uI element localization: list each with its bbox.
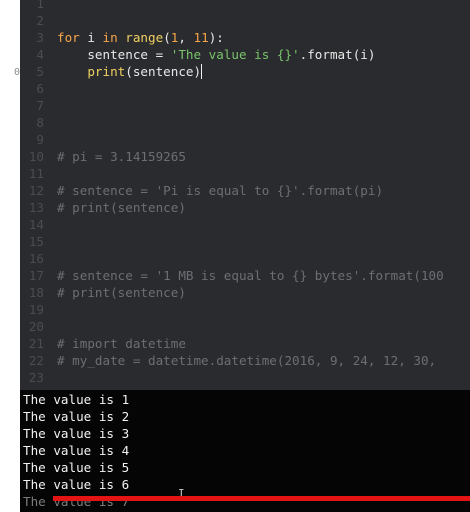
code-line[interactable]: 4 sentence = 'The value is {}'.format(i) — [20, 46, 470, 63]
code-text[interactable]: # print(sentence) — [57, 199, 186, 216]
output-line: The value is 1 — [23, 392, 130, 407]
code-text[interactable]: # pi = 3.14159265 — [57, 148, 186, 165]
line-number: 16 — [28, 251, 44, 266]
code-token: # print(sentence) — [57, 285, 186, 300]
code-editor[interactable]: 1 2 3 for i in range(1, 11): 4 sentence = 'T… — [20, 0, 470, 390]
code-text[interactable]: for i in range(1, 11): — [57, 29, 224, 46]
code-line[interactable]: 11 — [20, 165, 470, 182]
code-line[interactable]: 2 — [20, 12, 470, 29]
line-number: 14 — [28, 217, 44, 232]
line-number: 18 — [28, 285, 44, 300]
line-number: 8 — [36, 115, 44, 130]
code-line[interactable]: 8 — [20, 114, 470, 131]
code-line[interactable]: 18 # print(sentence) — [20, 284, 470, 301]
line-number: 15 — [28, 234, 44, 249]
red-highlight-bar — [53, 496, 470, 501]
line-number: 2 — [36, 13, 44, 28]
code-line[interactable]: 7 — [20, 97, 470, 114]
code-token: # print(sentence) — [57, 200, 186, 215]
gutter-marker-icon[interactable]: 0 — [14, 64, 20, 81]
output-console[interactable]: I The value is 1 The value is 2 The value … — [20, 390, 470, 512]
line-number: 3 — [36, 30, 44, 45]
code-line[interactable]: 5 print(sentence) — [20, 63, 470, 80]
line-number: 21 — [28, 336, 44, 351]
code-token: print — [87, 64, 126, 79]
line-number: 23 — [28, 370, 44, 385]
code-line[interactable]: 13 # print(sentence) — [20, 199, 470, 216]
code-line[interactable]: 16 — [20, 250, 470, 267]
code-token: in — [102, 30, 126, 45]
code-token: # import datetime — [57, 336, 186, 351]
output-line: The value is 3 — [23, 426, 130, 441]
line-number: 7 — [36, 98, 44, 113]
code-line[interactable]: 3 for i in range(1, 11): — [20, 29, 470, 46]
code-line[interactable]: 10 # pi = 3.14159265 — [20, 148, 470, 165]
code-token: , — [178, 30, 194, 45]
code-token: range — [125, 30, 164, 45]
line-number: 11 — [28, 166, 44, 181]
line-number: 17 — [28, 268, 44, 283]
code-line[interactable]: 23 — [20, 369, 470, 386]
caret — [201, 64, 203, 79]
output-line: The value is 4 — [23, 443, 130, 458]
line-number: 20 — [28, 319, 44, 334]
code-token: # my_date = datetime.datetime(2016, 9, 2… — [57, 353, 437, 368]
code-token: # pi = 3.14159265 — [57, 149, 186, 164]
code-token: i — [87, 30, 103, 45]
code-token: (sentence) — [125, 64, 202, 79]
code-line[interactable]: 19 — [20, 301, 470, 318]
line-number: 9 — [36, 132, 44, 147]
output-line: The value is 6 — [23, 477, 130, 492]
screen: 1 2 3 for i in range(1, 11): 4 sentence = 'T… — [0, 0, 470, 512]
code-line[interactable]: 12 # sentence = 'Pi is equal to {}'.forma… — [20, 182, 470, 199]
code-line[interactable]: 20 — [20, 318, 470, 335]
code-token: sentence = — [57, 47, 171, 62]
line-number: 12 — [28, 183, 44, 198]
code-token: ): — [208, 30, 224, 45]
code-token: 'The value is {}' — [170, 47, 300, 62]
code-token: # sentence = 'Pi is equal to {}'.format(… — [57, 183, 384, 198]
code-line[interactable]: 15 — [20, 233, 470, 250]
code-token: 11 — [193, 30, 209, 45]
line-number: 19 — [28, 302, 44, 317]
line-number: 22 — [28, 353, 44, 368]
code-line[interactable]: 22 # my_date = datetime.datetime(2016, 9,… — [20, 352, 470, 369]
code-text[interactable]: # import datetime — [57, 335, 186, 352]
code-line[interactable]: 1 — [20, 0, 470, 12]
code-text[interactable]: # sentence = 'Pi is equal to {}'.format(… — [57, 182, 383, 199]
line-number: 6 — [36, 81, 44, 96]
code-text[interactable]: # sentence = '1 MB is equal to {} bytes'… — [57, 267, 444, 284]
line-number: 10 — [28, 149, 44, 164]
code-token: # sentence = '1 MB is equal to {} bytes'… — [57, 268, 444, 283]
line-number: 1 — [36, 0, 44, 11]
code-text[interactable]: print(sentence) — [57, 63, 203, 80]
code-line[interactable]: 14 — [20, 216, 470, 233]
code-text[interactable]: # print(sentence) — [57, 284, 186, 301]
line-number: 5 — [36, 64, 44, 79]
code-token: .format(i) — [299, 47, 376, 62]
code-text[interactable]: # my_date = datetime.datetime(2016, 9, 2… — [57, 352, 436, 369]
code-line[interactable]: 6 — [20, 80, 470, 97]
output-line: The value is 2 — [23, 409, 130, 424]
output-line: The value is 5 — [23, 460, 130, 475]
line-number: 13 — [28, 200, 44, 215]
code-token: ( — [163, 30, 171, 45]
code-line[interactable]: 21 # import datetime — [20, 335, 470, 352]
code-line[interactable]: 17 # sentence = '1 MB is equal to {} byte… — [20, 267, 470, 284]
code-text[interactable]: sentence = 'The value is {}'.format(i) — [57, 46, 375, 63]
line-number: 4 — [36, 47, 44, 62]
code-token: for — [57, 30, 88, 45]
code-line[interactable]: 9 — [20, 131, 470, 148]
